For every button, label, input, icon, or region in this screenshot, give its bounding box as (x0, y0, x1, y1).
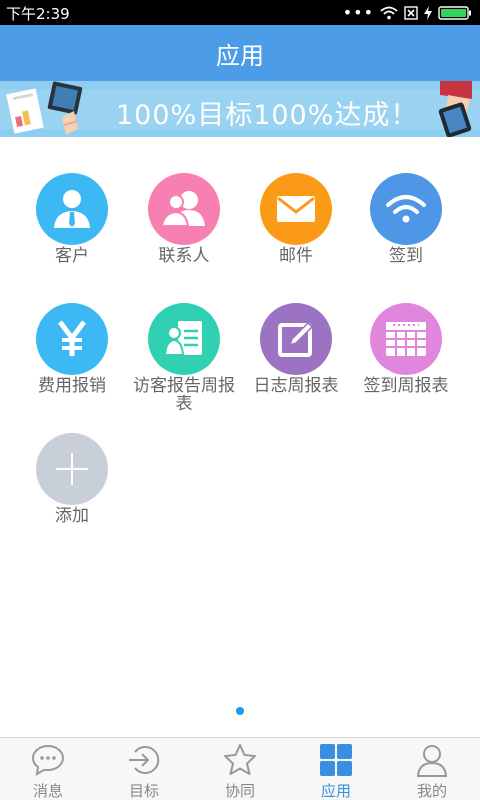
contacts-icon (148, 173, 220, 245)
banner-left-illustration (6, 81, 83, 135)
app-add[interactable]: 添加 (12, 397, 132, 525)
tab-label: 我的 (416, 782, 447, 800)
tab-collaboration[interactable]: 协同 (192, 738, 288, 800)
app-contacts[interactable]: 联系人 (124, 137, 244, 265)
tab-label: 应用 (320, 782, 351, 800)
tab-label: 协同 (224, 782, 255, 800)
target-icon (129, 746, 160, 774)
banner-text: 100%目标100%达成！ (116, 100, 419, 131)
tab-target[interactable]: 目标 (96, 738, 192, 800)
app-checkin-report[interactable]: 签到周报表 (346, 267, 466, 395)
message-icon (31, 744, 65, 776)
app-customer[interactable]: 客户 (12, 137, 132, 265)
star-icon (224, 744, 256, 775)
tab-apps[interactable]: 应用 (288, 738, 384, 800)
tab-mine[interactable]: 我的 (384, 738, 480, 800)
yen-icon (36, 303, 108, 375)
app-label: 联系人 (158, 246, 210, 266)
app-log-report[interactable]: 日志周报表 (236, 267, 356, 395)
app-label: 费用报销 (38, 376, 106, 396)
app-mail[interactable]: 邮件 (236, 137, 356, 265)
tab-label: 目标 (128, 782, 159, 800)
app-label: 邮件 (279, 246, 313, 266)
bottom-nav: 消息 目标 协同 应用 我的 (0, 737, 480, 800)
status-time: 下午2:39 (6, 5, 70, 23)
visitor-report-icon (148, 303, 220, 375)
app-label: 访客报告周报表 (133, 376, 235, 414)
app-header: 应用 (0, 25, 480, 81)
checkin-calendar-icon (370, 303, 442, 375)
customer-icon (36, 173, 108, 245)
app-label: 客户 (55, 246, 89, 266)
mail-icon (260, 173, 332, 245)
app-checkin[interactable]: 签到 (346, 137, 466, 265)
page-title: 应用 (216, 42, 264, 70)
log-edit-icon (260, 303, 332, 375)
status-bar: 下午2:39 ••• (0, 0, 480, 25)
no-sim-icon (404, 5, 418, 20)
tab-messages[interactable]: 消息 (0, 738, 96, 800)
battery-icon (438, 5, 471, 20)
plus-icon (36, 433, 108, 505)
app-expense[interactable]: 费用报销 (12, 267, 132, 395)
status-icons: ••• (343, 4, 472, 21)
promo-banner[interactable]: 100%目标100%达成！ (0, 81, 480, 137)
banner-right-illustration (438, 81, 472, 137)
pager-dot (236, 707, 244, 715)
app-label: 添加 (55, 506, 89, 526)
more-dots-icon: ••• (342, 2, 374, 22)
wifi-icon (380, 6, 398, 19)
app-visitor-report[interactable]: 访客报告周报表 (124, 267, 244, 413)
app-label: 签到周报表 (363, 376, 449, 396)
charging-icon (424, 5, 432, 20)
apps-grid-icon (320, 744, 352, 776)
tab-label: 消息 (32, 782, 63, 800)
app-label: 签到 (389, 246, 423, 266)
profile-icon (416, 745, 448, 777)
wifi-signal-icon (370, 173, 442, 245)
